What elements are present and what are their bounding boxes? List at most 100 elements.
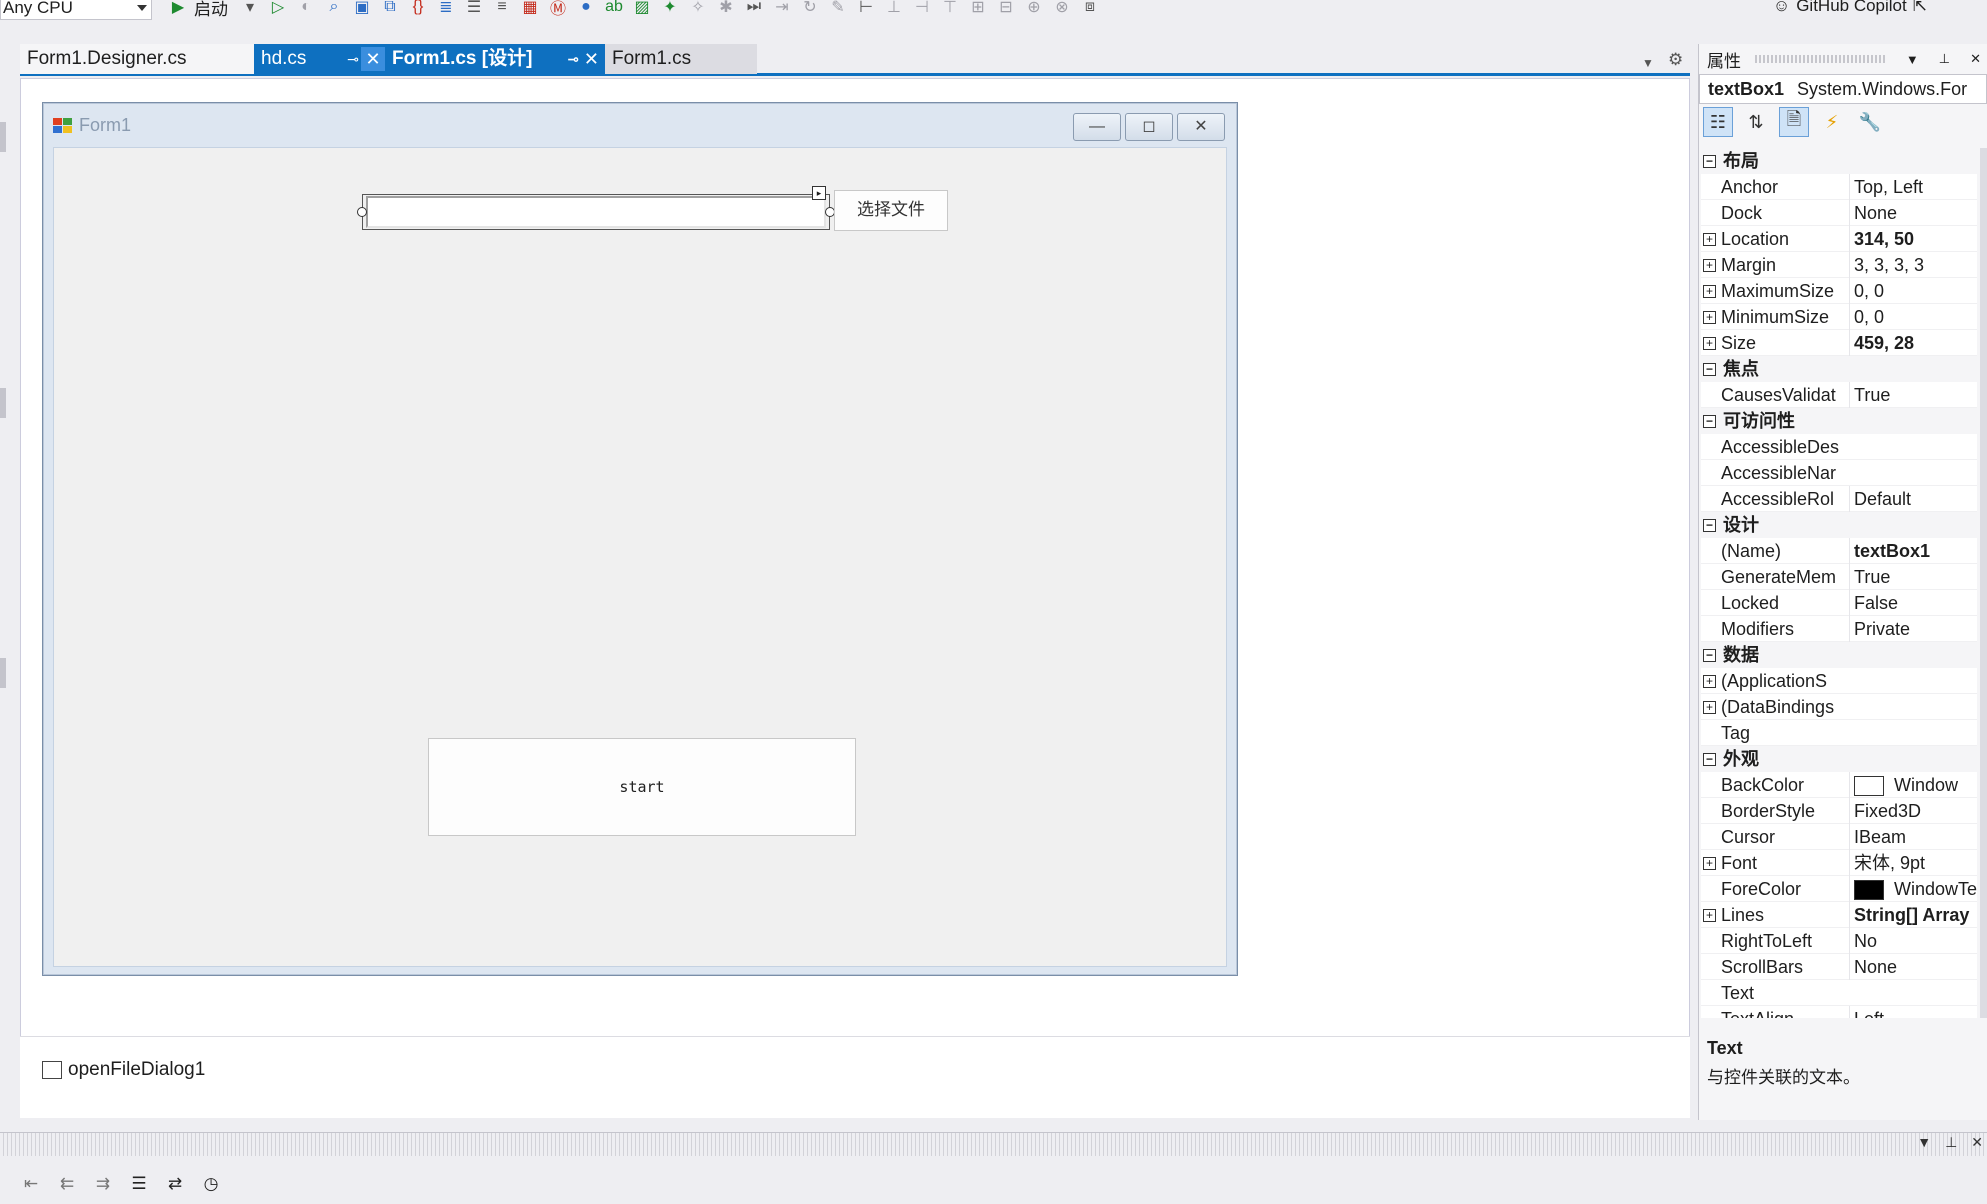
property-value[interactable]: 314, 50: [1849, 226, 1977, 252]
outdent-icon[interactable]: ⇇: [54, 1171, 80, 1197]
expand-icon[interactable]: +: [1703, 337, 1716, 350]
property-row[interactable]: Text: [1701, 980, 1977, 1006]
textbox1[interactable]: [366, 196, 826, 228]
platform-select[interactable]: Any CPU: [0, 0, 152, 20]
center-icon[interactable]: ⊕: [1022, 0, 1046, 17]
property-category[interactable]: − 布局: [1701, 148, 1977, 174]
step-icon[interactable]: ✧: [686, 0, 710, 17]
property-value[interactable]: Window: [1849, 772, 1977, 798]
expand-icon[interactable]: +: [1703, 675, 1716, 688]
property-row[interactable]: Dock None: [1701, 200, 1977, 226]
close-icon[interactable]: ✕: [361, 47, 385, 71]
tray-item-openfiledialog[interactable]: openFileDialog1: [42, 1059, 205, 1081]
expand-icon[interactable]: +: [1703, 909, 1716, 922]
pin-icon[interactable]: ⊥: [1945, 1134, 1957, 1151]
attach-process-icon[interactable]: ◐: [294, 0, 318, 17]
align-right-icon[interactable]: ⊣: [910, 0, 934, 17]
dropdown-arrow-icon[interactable]: ▾: [238, 0, 262, 17]
braces-icon[interactable]: {}: [406, 0, 430, 17]
drag-grip[interactable]: [1755, 55, 1886, 63]
minimize-button[interactable]: —: [1073, 113, 1121, 141]
collapse-icon[interactable]: −: [1703, 415, 1716, 428]
bug-icon[interactable]: ✱: [714, 0, 738, 17]
tab-form1-cs[interactable]: Form1.cs: [605, 44, 757, 74]
property-row[interactable]: ScrollBars None: [1701, 954, 1977, 980]
property-row[interactable]: + Margin 3, 3, 3, 3: [1701, 252, 1977, 278]
align-center-icon[interactable]: ⊥: [882, 0, 906, 17]
property-value[interactable]: 3, 3, 3, 3: [1849, 252, 1977, 278]
property-category[interactable]: − 设计: [1701, 512, 1977, 538]
dock-marker[interactable]: [0, 388, 6, 418]
refresh-icon[interactable]: ↻: [798, 0, 822, 17]
property-value[interactable]: WindowTe: [1849, 876, 1977, 902]
property-value[interactable]: Left: [1849, 1006, 1977, 1018]
property-value[interactable]: Top, Left: [1849, 174, 1977, 200]
close-icon[interactable]: ✕: [1964, 51, 1987, 67]
tab-form1-designer-cs[interactable]: Form1.Designer.cs: [20, 44, 254, 74]
dock-marker[interactable]: [0, 122, 6, 152]
property-row[interactable]: AccessibleDes: [1701, 434, 1977, 460]
property-row[interactable]: AccessibleNar: [1701, 460, 1977, 486]
start-debug-icon[interactable]: ▶: [166, 0, 190, 17]
property-value[interactable]: 459, 28: [1849, 330, 1977, 356]
step-over-icon[interactable]: ⇥: [770, 0, 794, 17]
property-value[interactable]: 0, 0: [1849, 304, 1977, 330]
property-row[interactable]: Anchor Top, Left: [1701, 174, 1977, 200]
property-grid-scrollbar[interactable]: [1980, 148, 1987, 1018]
property-row[interactable]: (Name) textBox1: [1701, 538, 1977, 564]
unindent-icon[interactable]: ⇤: [18, 1171, 44, 1197]
maximize-button[interactable]: ◻: [1125, 113, 1173, 141]
list-icon[interactable]: ☰: [462, 0, 486, 17]
pin-icon[interactable]: ⊥: [1933, 51, 1956, 67]
property-row[interactable]: + MinimumSize 0, 0: [1701, 304, 1977, 330]
wand-icon[interactable]: ✎: [826, 0, 850, 17]
property-row[interactable]: TextAlign Left: [1701, 1006, 1977, 1018]
collapse-icon[interactable]: −: [1703, 155, 1716, 168]
tab-hd-cs[interactable]: hd.cs ⊸ ✕: [254, 44, 385, 74]
property-value[interactable]: True: [1849, 382, 1977, 408]
grid-icon[interactable]: ▦: [518, 0, 542, 17]
property-value[interactable]: textBox1: [1849, 538, 1977, 564]
property-row[interactable]: + Font 宋体, 9pt: [1701, 850, 1977, 876]
collapse-icon[interactable]: −: [1703, 519, 1716, 532]
gear-icon[interactable]: ⚙: [1668, 50, 1683, 70]
property-pages-icon[interactable]: 🔧: [1855, 107, 1885, 137]
property-category[interactable]: − 可访问性: [1701, 408, 1977, 434]
property-row[interactable]: + Location 314, 50: [1701, 226, 1977, 252]
tab-list-dropdown-icon[interactable]: ▼: [1642, 56, 1654, 70]
property-row[interactable]: + (ApplicationS: [1701, 668, 1977, 694]
property-row[interactable]: BackColor Window: [1701, 772, 1977, 798]
pin-icon[interactable]: ⊸: [567, 44, 579, 74]
property-value[interactable]: Fixed3D: [1849, 798, 1977, 824]
close-icon[interactable]: ✕: [584, 44, 599, 74]
property-row[interactable]: Locked False: [1701, 590, 1977, 616]
property-value[interactable]: No: [1849, 928, 1977, 954]
property-value[interactable]: String[] Array: [1849, 902, 1977, 928]
property-value[interactable]: 宋体, 9pt: [1849, 850, 1977, 876]
order-icon[interactable]: ⊗: [1050, 0, 1074, 17]
word-wrap-icon[interactable]: ⇄: [162, 1171, 188, 1197]
property-value[interactable]: IBeam: [1849, 824, 1977, 850]
indent-icon[interactable]: ⇉: [90, 1171, 116, 1197]
start-debug-label[interactable]: 启动: [194, 0, 228, 20]
image-icon[interactable]: ▨: [630, 0, 654, 17]
resize-handle-left[interactable]: [357, 207, 367, 217]
expand-icon[interactable]: +: [1703, 311, 1716, 324]
object-selector[interactable]: textBox1 System.Windows.For: [1699, 74, 1987, 104]
property-row[interactable]: + MaximumSize 0, 0: [1701, 278, 1977, 304]
property-value[interactable]: True: [1849, 564, 1977, 590]
expand-icon[interactable]: +: [1703, 259, 1716, 272]
collapse-icon[interactable]: −: [1703, 649, 1716, 662]
clear-list-icon[interactable]: ☰: [126, 1171, 152, 1197]
property-row[interactable]: GenerateMem True: [1701, 564, 1977, 590]
panel-menu-icon[interactable]: ▼: [1917, 1134, 1931, 1151]
layout-icon[interactable]: ▣: [350, 0, 374, 17]
start-without-debug-icon[interactable]: ▷: [266, 0, 290, 17]
property-row[interactable]: CausesValidat True: [1701, 382, 1977, 408]
expand-icon[interactable]: +: [1703, 701, 1716, 714]
bottom-panel-grip[interactable]: [0, 1132, 1987, 1156]
m-icon[interactable]: Ⓜ: [546, 0, 570, 18]
property-value[interactable]: False: [1849, 590, 1977, 616]
collapse-icon[interactable]: −: [1703, 363, 1716, 376]
form-window[interactable]: Form1 — ◻ ✕ ▸ 选择文件 start: [42, 102, 1238, 976]
